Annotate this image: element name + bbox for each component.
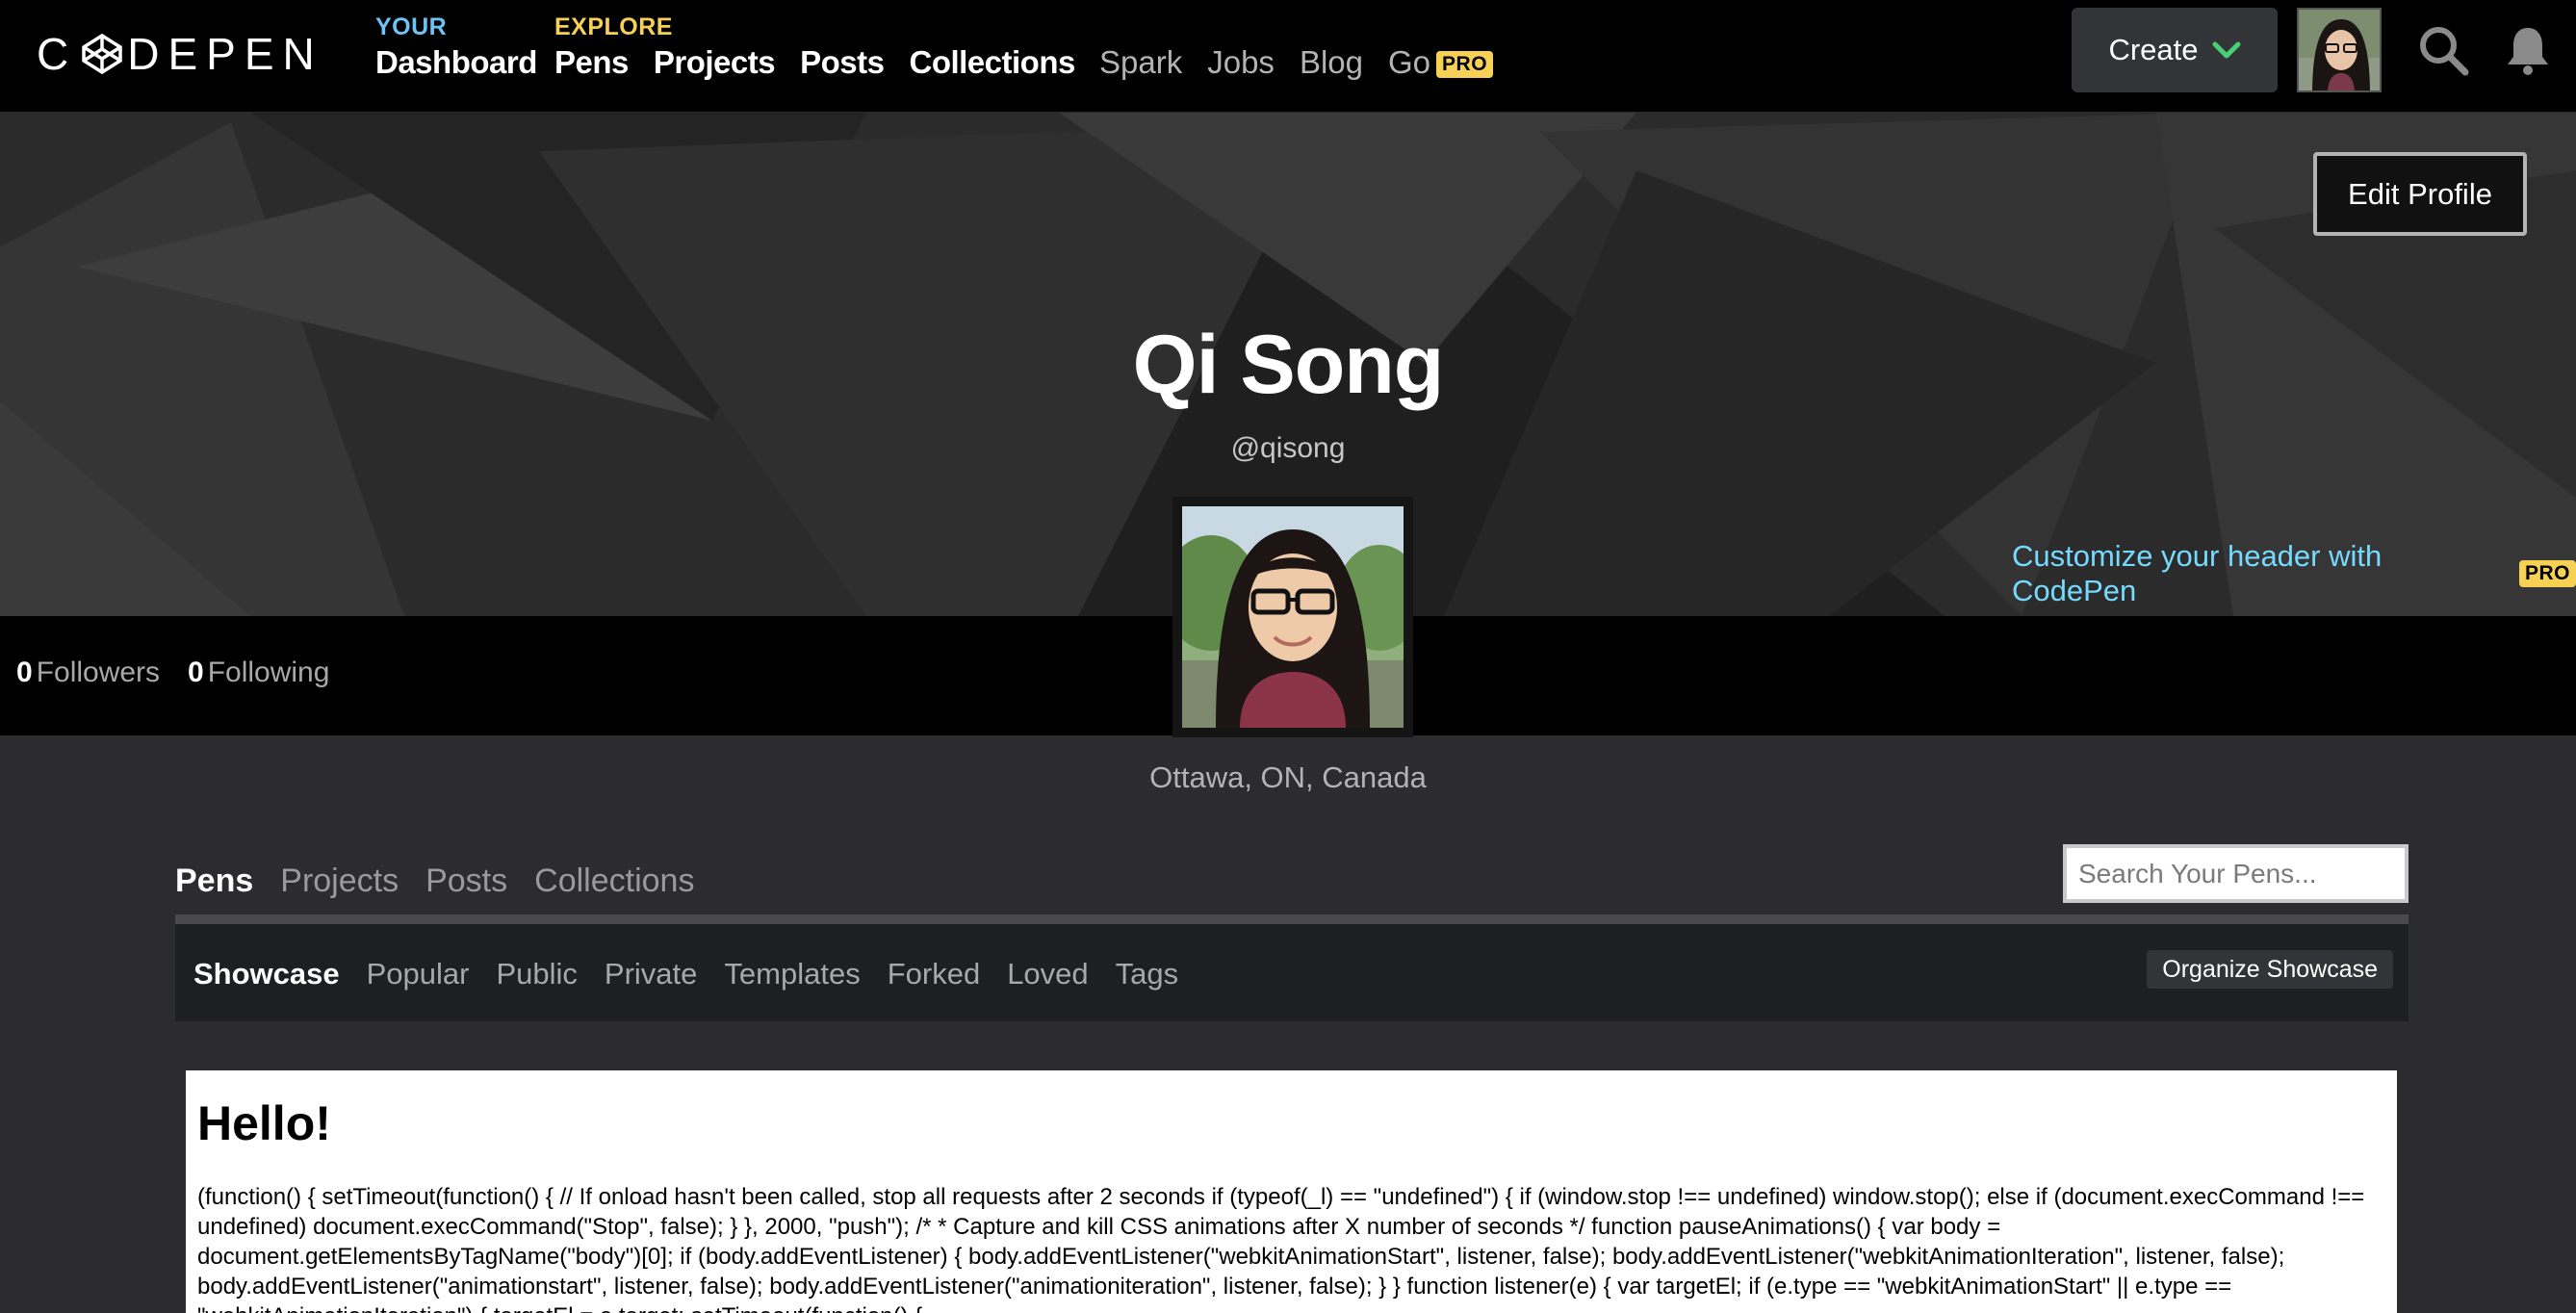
search-button[interactable] bbox=[2414, 21, 2472, 79]
followers-count: 0 bbox=[16, 656, 33, 688]
tab-posts[interactable]: Posts bbox=[425, 862, 507, 900]
subtab-public[interactable]: Public bbox=[496, 957, 577, 991]
pro-badge: PRO bbox=[2518, 560, 2576, 587]
logo-depen: DEPEN bbox=[127, 29, 323, 79]
following-label: Following bbox=[207, 656, 330, 688]
following-stat[interactable]: 0 Following bbox=[188, 656, 329, 689]
bell-icon bbox=[2508, 28, 2548, 75]
nav-jobs-link[interactable]: Jobs bbox=[1207, 44, 1275, 81]
tab-projects[interactable]: Projects bbox=[280, 862, 399, 900]
top-nav: C DEPEN YOUR Dashboard EXPLORE Pens Proj… bbox=[0, 0, 2576, 113]
following-count: 0 bbox=[188, 656, 204, 688]
notifications-button[interactable] bbox=[2499, 21, 2557, 79]
showcase-pen-preview[interactable]: Hello! (function() { setTimeout(function… bbox=[186, 1070, 2397, 1313]
tab-collections[interactable]: Collections bbox=[534, 862, 694, 900]
nav-projects-link[interactable]: Projects bbox=[654, 44, 776, 81]
nav-explore-kicker: EXPLORE bbox=[554, 13, 673, 40]
nav-secondary: Spark Jobs Blog Go PRO bbox=[1099, 44, 1494, 81]
nav-explore-group: EXPLORE Pens Projects Posts Collections bbox=[554, 13, 1075, 81]
profile-photo bbox=[1182, 506, 1404, 728]
pen-heading: Hello! bbox=[197, 1096, 331, 1150]
profile-tabs: Pens Projects Posts Collections bbox=[175, 862, 694, 900]
profile-name: Qi Song bbox=[1132, 319, 1445, 411]
subtab-showcase[interactable]: Showcase bbox=[193, 957, 340, 991]
subtab-private[interactable]: Private bbox=[605, 957, 697, 991]
profile-location: Ottawa, ON, Canada bbox=[1149, 760, 1427, 794]
profile-avatar bbox=[1172, 497, 1413, 737]
pen-code-text: (function() { setTimeout(function() { //… bbox=[197, 1184, 2365, 1313]
avatar-photo bbox=[2299, 10, 2380, 90]
search-pens-input[interactable] bbox=[2063, 844, 2409, 903]
nav-posts-link[interactable]: Posts bbox=[800, 44, 885, 81]
subtab-tags[interactable]: Tags bbox=[1116, 957, 1178, 991]
user-avatar[interactable] bbox=[2297, 8, 2382, 92]
pen-filter-bar: Showcase Popular Public Private Template… bbox=[175, 924, 2409, 1021]
nav-spark-link[interactable]: Spark bbox=[1099, 44, 1182, 81]
logo-c: C bbox=[37, 29, 78, 79]
chevron-down-icon bbox=[2212, 41, 2241, 59]
nav-your-kicker: YOUR bbox=[375, 13, 448, 40]
edit-profile-button[interactable]: Edit Profile bbox=[2313, 152, 2527, 236]
create-button[interactable]: Create bbox=[2072, 8, 2278, 92]
subtab-popular[interactable]: Popular bbox=[367, 957, 470, 991]
nav-go-label: Go bbox=[1388, 44, 1431, 80]
subtab-templates[interactable]: Templates bbox=[724, 957, 860, 991]
nav-dashboard-link[interactable]: Dashboard bbox=[375, 44, 537, 81]
nav-collections-link[interactable]: Collections bbox=[909, 44, 1075, 81]
profile-handle: @qisong bbox=[1230, 432, 1346, 464]
nav-pens-link[interactable]: Pens bbox=[554, 44, 629, 81]
subtab-forked[interactable]: Forked bbox=[888, 957, 980, 991]
codepen-logo[interactable]: C DEPEN bbox=[37, 29, 323, 79]
customize-header-label: Customize your header with CodePen bbox=[2012, 539, 2383, 607]
nav-your-group: YOUR Dashboard bbox=[375, 13, 537, 81]
tab-divider bbox=[175, 914, 2409, 924]
codepen-logo-icon bbox=[82, 33, 122, 75]
followers-stat[interactable]: 0 Followers bbox=[16, 656, 160, 689]
create-label: Create bbox=[2108, 33, 2199, 66]
organize-showcase-button[interactable]: Organize Showcase bbox=[2147, 950, 2393, 989]
search-icon bbox=[2420, 27, 2469, 76]
customize-header-link[interactable]: Customize your header with CodePen PRO bbox=[2012, 539, 2576, 608]
nav-go-pro-link[interactable]: Go PRO bbox=[1388, 44, 1494, 81]
nav-blog-link[interactable]: Blog bbox=[1300, 44, 1363, 81]
followers-label: Followers bbox=[36, 656, 161, 688]
pro-badge: PRO bbox=[1436, 51, 1494, 79]
tab-pens[interactable]: Pens bbox=[175, 862, 253, 900]
subtab-loved[interactable]: Loved bbox=[1007, 957, 1088, 991]
